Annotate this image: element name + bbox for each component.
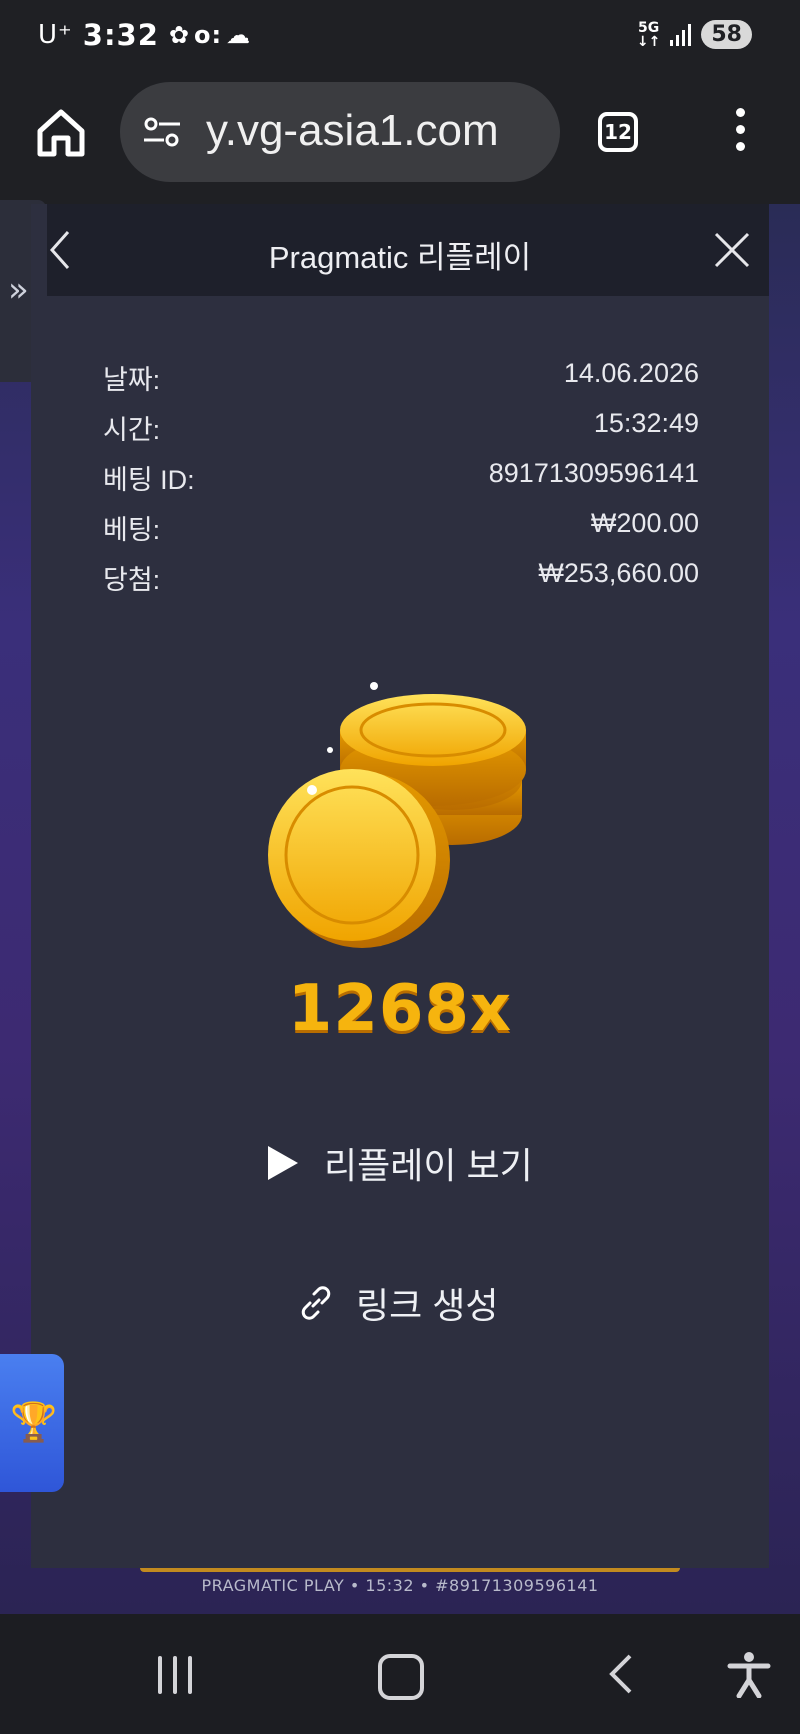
gold-coins-icon [268,682,526,948]
info-label: 시간: [103,415,161,445]
trophy-icon: 🏆 [10,1400,58,1444]
info-value: 14.06.2026 [563,358,699,388]
battery-badge: 58 [701,20,752,49]
recent-apps-icon[interactable] [158,1656,192,1694]
modal-title: Pragmatic 리플레이 [268,240,532,275]
info-label: 베팅 ID: [103,465,195,495]
game-caption: PRAGMATIC PLAY • 15:32 • #89171309596141 [201,1576,599,1595]
info-row-date: 날짜: 14.06.2026 [103,358,699,395]
system-nav-bar [0,1614,800,1734]
home-icon[interactable] [34,106,88,160]
network-label: 5G [638,19,660,36]
info-label: 날짜: [103,365,161,395]
info-value: 89171309596141 [488,458,699,488]
info-row-bet-id: 베팅 ID: 89171309596141 [103,458,699,495]
paw-icon: ✿ [168,21,191,49]
home-nav-icon[interactable] [378,1654,424,1700]
carrier-label: U⁺ [38,20,73,50]
info-row-time: 시간: 15:32:49 [103,408,699,445]
leaderboard-button[interactable]: 🏆 [0,1354,64,1492]
info-value: ₩253,660.00 [538,558,699,588]
watch-replay-button[interactable]: 리플레이 보기 [262,1136,562,1190]
link-notification-icon: o: [194,21,223,49]
info-row-win: 당첨: ₩253,660.00 [103,558,699,595]
status-bar: U⁺ 3:32 ✿ o: ☁ 5G ↓↑ 58 [0,0,800,76]
play-icon [268,1146,298,1180]
notification-icons: ✿ o: ☁ [169,21,251,49]
info-label: 베팅: [103,515,161,545]
back-nav-icon[interactable] [606,1652,636,1696]
accessibility-icon[interactable] [726,1650,772,1698]
info-value: 15:32:49 [593,408,699,438]
info-value: ₩200.00 [590,508,699,538]
status-left: U⁺ 3:32 ✿ o: ☁ [38,18,251,52]
browser-toolbar: y.vg-asia1.com 12 [0,76,800,204]
tab-switcher-button[interactable]: 12 [598,112,638,152]
info-label: 당첨: [103,565,161,595]
info-row-bet: 베팅: ₩200.00 [103,508,699,545]
watch-replay-label: 리플레이 보기 [324,1145,533,1186]
url-text[interactable]: y.vg-asia1.com [206,106,499,156]
status-right: 5G ↓↑ 58 [637,20,752,49]
create-link-button[interactable]: 링크 생성 [296,1276,536,1330]
chat-bubble-icon: ☁ [226,21,252,49]
address-bar[interactable]: y.vg-asia1.com [120,82,560,182]
more-menu-icon[interactable] [730,108,750,160]
status-time: 3:32 [82,18,159,52]
signal-icon [670,23,692,46]
link-icon [301,1286,331,1320]
close-icon[interactable] [710,228,754,272]
win-multiplier: 1268x [287,972,513,1046]
site-settings-icon[interactable] [142,116,182,148]
network-icon: 5G ↓↑ [636,19,661,50]
create-link-label: 링크 생성 [356,1285,499,1326]
